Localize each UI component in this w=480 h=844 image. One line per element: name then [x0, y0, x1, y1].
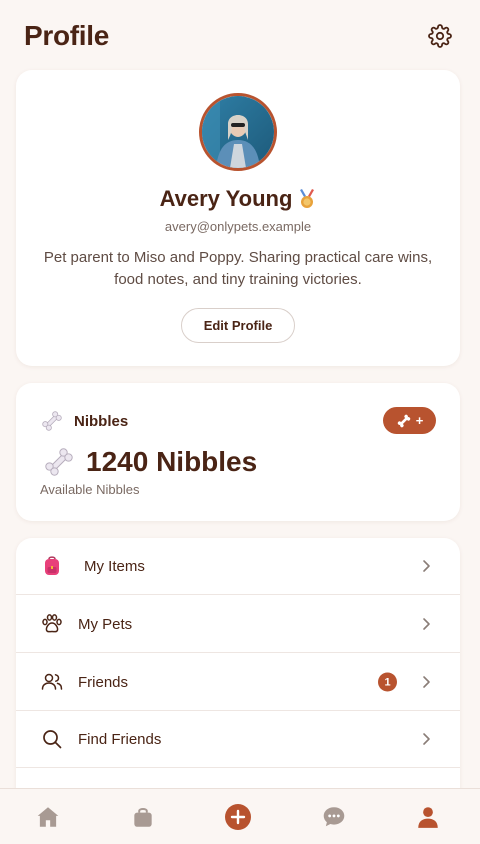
add-nibbles-label: +	[415, 413, 424, 428]
profile-card: Avery Young avery@onlypets.example Pet p…	[16, 70, 460, 366]
add-post-icon	[225, 804, 251, 830]
menu-label: My Pets	[78, 615, 133, 633]
page-title: Profile	[24, 20, 110, 51]
nav-chat[interactable]	[320, 803, 348, 831]
search-icon	[40, 727, 64, 751]
bone-icon	[45, 448, 73, 476]
chevron-right-icon	[423, 618, 430, 630]
chevron-right-icon	[423, 733, 430, 745]
nav-shop[interactable]	[129, 803, 157, 831]
nibbles-amount: 1240 Nibbles	[86, 446, 258, 477]
menu-item-find-friends[interactable]: Find Friends	[16, 711, 460, 768]
chat-icon	[323, 807, 345, 827]
nibbles-amount-row: 1240 Nibbles	[42, 445, 257, 479]
nav-add-post[interactable]	[224, 803, 252, 831]
home-icon	[37, 807, 59, 827]
shop-bag-icon	[134, 808, 152, 827]
user-email: avery@onlypets.example	[164, 219, 312, 234]
nav-home[interactable]	[34, 803, 62, 831]
backpack-icon	[40, 554, 64, 578]
chevron-right-icon	[423, 560, 430, 572]
nibbles-label: Nibbles	[74, 412, 129, 430]
bottom-nav	[0, 788, 480, 844]
name-row: Avery Young	[16, 186, 460, 212]
nibbles-caption: Available Nibbles	[40, 482, 140, 497]
gear-icon	[428, 24, 452, 48]
paw-icon	[40, 612, 64, 636]
menu-card: My Items My Pets Friends 1 Find Friends	[16, 538, 460, 808]
header: Profile	[0, 0, 480, 70]
avatar-photo	[202, 96, 274, 168]
settings-button[interactable]	[426, 22, 454, 50]
edit-profile-button[interactable]: Edit Profile	[181, 308, 295, 343]
nav-profile[interactable]	[414, 803, 442, 831]
menu-item-friends[interactable]: Friends 1	[16, 654, 460, 711]
notification-badge: 1	[378, 672, 397, 692]
menu-label: Friends	[78, 673, 129, 691]
menu-label: Find Friends	[78, 730, 162, 748]
profile-icon	[418, 807, 438, 828]
medal-icon	[300, 189, 315, 208]
menu-item-my-items[interactable]: My Items	[16, 538, 460, 595]
user-name: Avery Young	[159, 186, 293, 211]
nibbles-label-row: Nibbles	[40, 409, 128, 433]
menu-label: My Items	[84, 557, 145, 575]
nibbles-card: Nibbles + 1240 Nibbles Available Nibbles	[16, 383, 460, 521]
menu-item-my-pets[interactable]: My Pets	[16, 596, 460, 653]
add-nibbles-button[interactable]: +	[383, 407, 436, 434]
bone-icon	[42, 411, 62, 431]
chevron-right-icon	[423, 676, 430, 688]
user-bio: Pet parent to Miso and Poppy. Sharing pr…	[43, 249, 433, 288]
bone-icon	[397, 414, 410, 427]
avatar[interactable]	[199, 93, 277, 171]
users-icon	[40, 670, 64, 694]
